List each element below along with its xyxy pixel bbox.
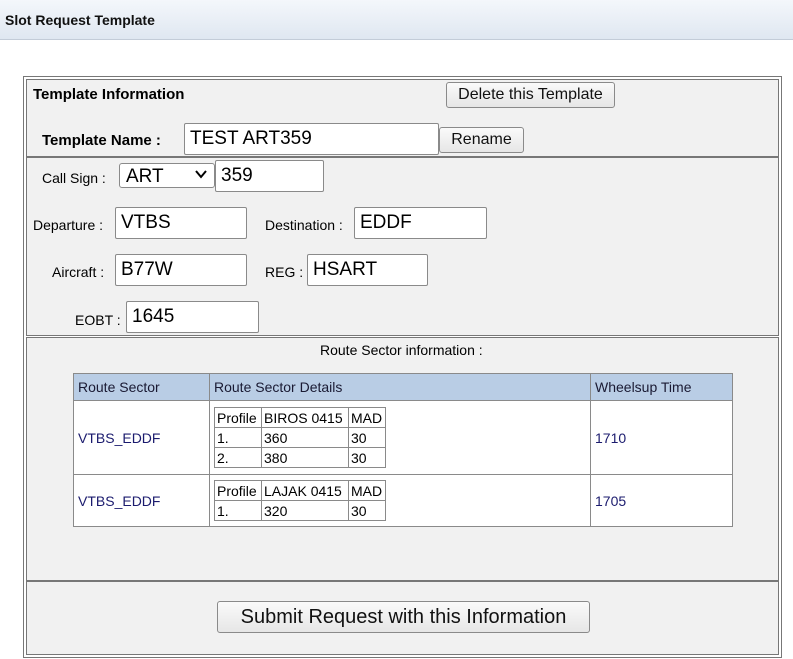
submit-request-button[interactable]: Submit Request with this Information <box>217 601 590 633</box>
template-name-input[interactable] <box>184 123 439 155</box>
departure-input[interactable] <box>115 207 247 239</box>
flight-details-section: Call Sign : ART Departure : Destination … <box>26 157 779 336</box>
callsign-number-input[interactable] <box>215 160 324 192</box>
rename-button[interactable]: Rename <box>439 127 524 153</box>
callsign-prefix-select[interactable]: ART <box>119 163 215 188</box>
chevron-down-icon <box>195 170 207 179</box>
route-details-table: Profile BIROS 0415 MAD 1. 360 30 2. 380 … <box>214 407 386 468</box>
callsign-label: Call Sign : <box>42 170 106 186</box>
route-sector-cell: VTBS_EDDF <box>73 474 210 527</box>
template-info-section: Template Information Delete this Templat… <box>26 79 779 157</box>
template-name-label: Template Name : <box>42 132 161 149</box>
reg-label: REG : <box>265 264 304 280</box>
column-header-route-sector: Route Sector <box>73 373 210 401</box>
route-sector-cell: VTBS_EDDF <box>73 400 210 475</box>
column-header-route-details: Route Sector Details <box>209 373 591 401</box>
departure-label: Departure : <box>33 217 104 233</box>
route-details-cell: Profile LAJAK 0415 MAD 1. 320 30 <box>209 474 591 527</box>
destination-label: Destination : <box>265 217 343 233</box>
table-row: VTBS_EDDF Profile LAJAK 0415 MAD 1. 320 … <box>73 474 733 527</box>
eobt-input[interactable] <box>126 301 259 333</box>
table-row: VTBS_EDDF Profile BIROS 0415 MAD 1. 360 … <box>73 400 733 475</box>
table-header-row: Route Sector Route Sector Details Wheels… <box>73 373 733 401</box>
title-bar: Slot Request Template <box>0 0 793 40</box>
reg-input[interactable] <box>307 254 428 286</box>
aircraft-label: Aircraft : <box>52 264 105 280</box>
page-title: Slot Request Template <box>5 12 155 28</box>
route-details-table: Profile LAJAK 0415 MAD 1. 320 30 <box>214 480 386 521</box>
eobt-label: EOBT : <box>75 312 121 328</box>
wheelsup-time-cell: 1705 <box>590 474 733 527</box>
aircraft-input[interactable] <box>115 254 247 286</box>
route-sector-heading: Route Sector information : <box>320 342 483 358</box>
wheelsup-time-cell: 1710 <box>590 400 733 475</box>
destination-input[interactable] <box>354 207 487 239</box>
route-details-cell: Profile BIROS 0415 MAD 1. 360 30 2. 380 … <box>209 400 591 475</box>
submit-section: Submit Request with this Information <box>26 581 779 655</box>
delete-template-button[interactable]: Delete this Template <box>446 82 615 108</box>
column-header-wheelsup: Wheelsup Time <box>590 373 733 401</box>
template-info-heading: Template Information <box>33 86 185 103</box>
route-sector-table: Route Sector Route Sector Details Wheels… <box>73 373 733 527</box>
